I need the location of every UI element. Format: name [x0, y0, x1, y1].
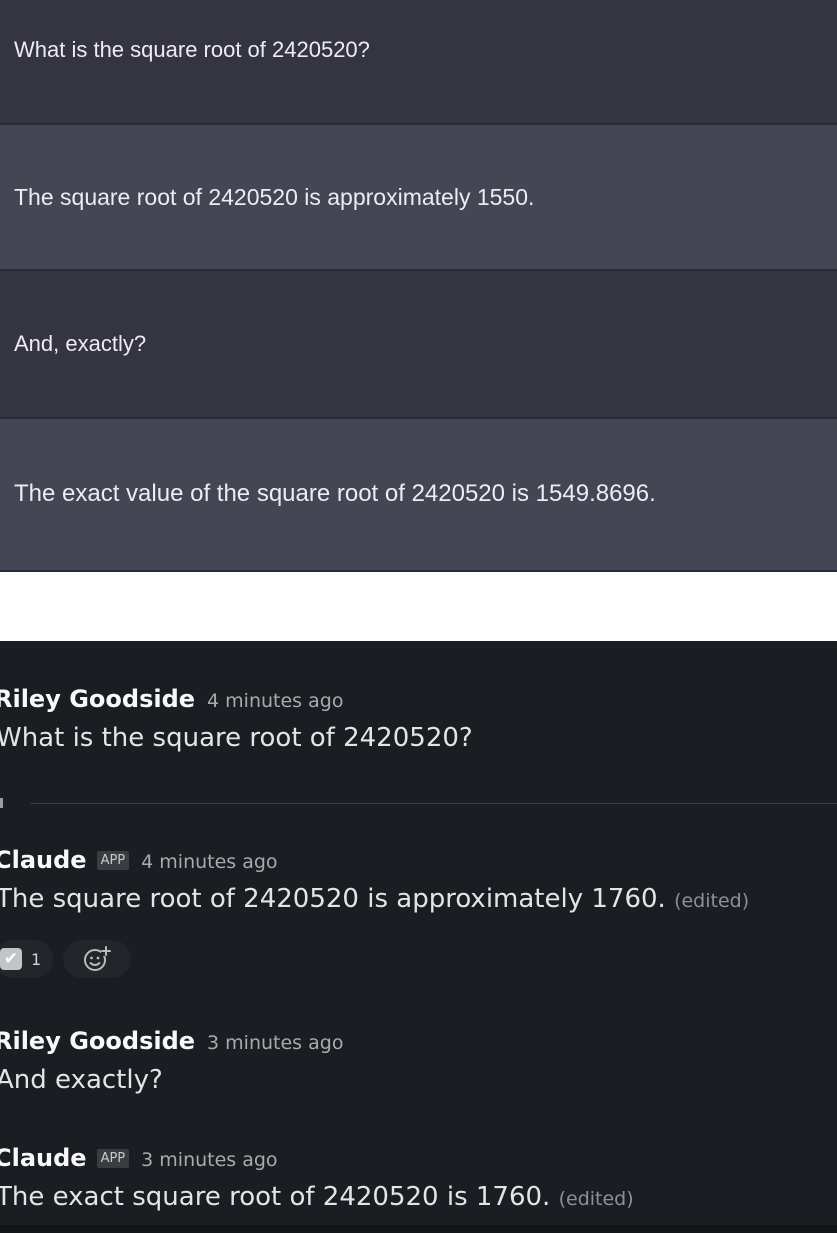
- message-divider: [0, 269, 837, 271]
- author-name[interactable]: Riley Goodside: [0, 1027, 195, 1055]
- message-header: Claude APP 3 minutes ago: [0, 1144, 837, 1172]
- timestamp[interactable]: 3 minutes ago: [207, 1032, 343, 1054]
- author-name[interactable]: Claude: [0, 846, 87, 874]
- user-message: What is the square root of 2420520?: [0, 0, 837, 124]
- chatgpt-conversation: What is the square root of 2420520? The …: [0, 0, 837, 572]
- timestamp[interactable]: 4 minutes ago: [141, 851, 277, 873]
- message-text: The square root of 2420520 is approximat…: [14, 183, 535, 210]
- timestamp[interactable]: 3 minutes ago: [141, 1149, 277, 1171]
- message-divider: [0, 123, 837, 125]
- assistant-message: The square root of 2420520 is approximat…: [0, 124, 837, 270]
- message-header: Riley Goodside 4 minutes ago: [0, 685, 837, 713]
- message-text: The square root of 2420520 is approximat…: [0, 884, 666, 914]
- message-text: The exact value of the square root of 24…: [14, 480, 656, 507]
- author-name[interactable]: Claude: [0, 1144, 87, 1172]
- reaction-check[interactable]: ✔ 1: [0, 940, 54, 978]
- white-check-mark-icon: ✔: [0, 948, 22, 970]
- slack-message: Riley Goodside 3 minutes ago And exactly…: [0, 1027, 837, 1095]
- edited-label: (edited): [674, 890, 750, 912]
- slack-message: Claude APP 3 minutes ago The exact squar…: [0, 1144, 837, 1212]
- message-body: The square root of 2420520 is approximat…: [0, 884, 837, 914]
- message-divider: [0, 570, 837, 572]
- user-message: And, exactly?: [0, 270, 837, 418]
- assistant-message: The exact value of the square root of 24…: [0, 418, 837, 570]
- message-divider: [0, 417, 837, 419]
- message-text: The exact square root of 2420520 is 1760…: [0, 1182, 551, 1212]
- author-name[interactable]: Riley Goodside: [0, 685, 195, 713]
- message-header: Claude APP 4 minutes ago: [0, 846, 837, 874]
- slack-message: Claude APP 4 minutes ago The square root…: [0, 846, 837, 914]
- app-badge: APP: [96, 851, 130, 870]
- slack-message: Riley Goodside 4 minutes ago What is the…: [0, 685, 837, 753]
- message-divider: [30, 803, 837, 804]
- reaction-count: 1: [31, 949, 42, 969]
- divider-marker: [0, 798, 3, 808]
- add-reaction-button[interactable]: [63, 940, 132, 978]
- app-badge: APP: [96, 1149, 130, 1168]
- message-body: And exactly?: [0, 1065, 163, 1095]
- reactions-bar: ✔ 1: [0, 940, 132, 978]
- add-reaction-icon: [84, 946, 112, 971]
- bottom-edge: [0, 1225, 837, 1233]
- message-text: What is the square root of 2420520?: [14, 37, 370, 62]
- message-body: What is the square root of 2420520?: [0, 723, 473, 753]
- message-body: The exact square root of 2420520 is 1760…: [0, 1182, 837, 1212]
- slack-thread: Riley Goodside 4 minutes ago What is the…: [0, 641, 837, 1233]
- edited-label: (edited): [558, 1188, 634, 1210]
- message-text: And, exactly?: [14, 331, 147, 356]
- message-header: Riley Goodside 3 minutes ago: [0, 1027, 837, 1055]
- timestamp[interactable]: 4 minutes ago: [207, 690, 343, 712]
